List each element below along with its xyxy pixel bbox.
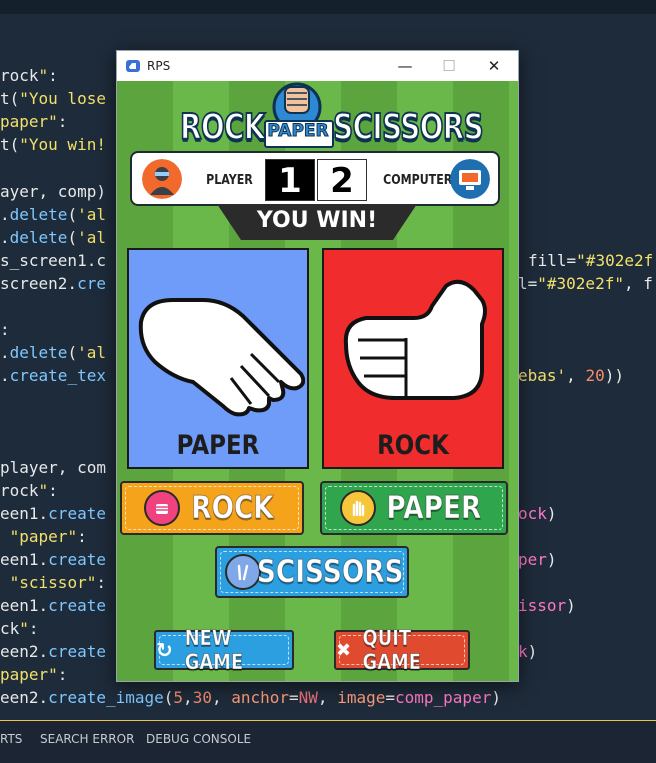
- code-line: per): [518, 550, 557, 569]
- game-area: ROCK SCISSORS PAPER PLAYER 1 2 COMPUTER: [117, 81, 518, 681]
- player-choice-card: PAPER: [127, 248, 309, 469]
- close-button[interactable]: ✕: [472, 51, 516, 81]
- logo-word-rock: ROCK: [179, 106, 266, 149]
- scissors-icon: [225, 554, 261, 590]
- code-line: t("You win!: [0, 135, 106, 154]
- code-line: een1.create: [0, 596, 106, 615]
- code-line: ck":: [0, 619, 39, 638]
- rock-icon: [144, 490, 180, 526]
- code-line: fill="#302e2f: [528, 251, 654, 270]
- computer-score: 2: [317, 159, 367, 201]
- code-line: .create_tex: [0, 366, 106, 385]
- player-label: PLAYER: [206, 173, 253, 188]
- refresh-icon: ↻: [156, 638, 173, 662]
- code-line: k): [518, 642, 538, 661]
- code-line: .delete('al: [0, 343, 106, 362]
- paper-icon: [340, 490, 376, 526]
- code-line: rock":: [0, 481, 58, 500]
- editor-top-bar: [0, 0, 656, 14]
- game-logo: ROCK SCISSORS PAPER: [117, 81, 518, 161]
- code-line: :: [0, 320, 10, 339]
- rps-window: RPS — ☐ ✕ ROCK SCISSORS PAPER PLAYER 1 2…: [116, 50, 519, 682]
- new-game-button[interactable]: ↻ NEW GAME: [154, 626, 294, 675]
- player-score: 1: [265, 159, 315, 201]
- new-game-label: NEW GAME: [184, 626, 243, 675]
- status-item[interactable]: SEARCH ERROR: [40, 732, 134, 746]
- computer-avatar-icon: [450, 159, 490, 199]
- code-line: paper":: [0, 665, 68, 684]
- code-line: s_screen1.c: [0, 251, 106, 270]
- code-line: player, com: [0, 458, 106, 477]
- status-item[interactable]: DEBUG CONSOLE: [146, 732, 251, 746]
- code-line: t("You lose: [0, 89, 106, 108]
- computer-choice-card: ROCK: [322, 248, 504, 469]
- paper-hand-icon: [138, 298, 305, 417]
- minimize-button[interactable]: —: [383, 51, 427, 81]
- result-banner: YOU WIN!: [217, 204, 417, 240]
- code-line: paper":: [0, 112, 68, 131]
- code-line: ebas', 20)): [518, 366, 624, 385]
- rock-button-label: ROCK: [190, 490, 274, 527]
- scissors-button-label: SCISSORS: [256, 554, 404, 591]
- code-line: screen2.cre: [0, 274, 106, 293]
- scissors-button[interactable]: SCISSORS: [215, 546, 409, 598]
- code-line: rock":: [0, 66, 58, 85]
- rock-button[interactable]: ROCK: [120, 481, 304, 535]
- code-line: een1.create: [0, 550, 106, 569]
- computer-choice-label: ROCK: [377, 430, 449, 461]
- code-line: .delete('al: [0, 228, 106, 247]
- code-line: een1.create: [0, 504, 106, 523]
- paper-button[interactable]: PAPER: [320, 481, 508, 535]
- code-line: een2.create_image(5,30, anchor=NW, image…: [0, 688, 501, 707]
- hand-pointer-icon: [126, 60, 140, 72]
- quit-game-label: QUIT GAME: [362, 626, 422, 675]
- player-avatar-icon: [142, 159, 182, 199]
- maximize-button[interactable]: ☐: [427, 51, 471, 81]
- code-line: een2.create: [0, 642, 106, 661]
- window-title: RPS: [147, 59, 171, 73]
- rock-fist-icon: [343, 279, 487, 400]
- code-line: ock): [518, 504, 557, 523]
- scoreboard: PLAYER 1 2 COMPUTER: [130, 151, 500, 206]
- player-choice-label: PAPER: [176, 430, 260, 461]
- paper-button-label: PAPER: [386, 490, 482, 527]
- status-item[interactable]: RTS: [0, 732, 22, 746]
- status-bar: RTS SEARCH ERROR DEBUG CONSOLE: [0, 720, 656, 763]
- code-line: issor): [518, 596, 576, 615]
- logo-word-scissors: SCISSORS: [332, 106, 484, 149]
- title-bar: RPS — ☐ ✕: [117, 51, 518, 81]
- code-line: "scissor":: [9, 573, 106, 592]
- code-line: "paper":: [9, 527, 87, 546]
- code-line: l="#302e2f", f: [518, 274, 653, 293]
- logo-word-paper: PAPER: [267, 121, 329, 142]
- code-line: .delete('al: [0, 205, 106, 224]
- close-x-icon: ✖: [336, 639, 352, 661]
- code-line: ayer, comp): [0, 182, 106, 201]
- computer-label: COMPUTER: [383, 173, 453, 188]
- quit-game-button[interactable]: ✖ QUIT GAME: [334, 626, 470, 675]
